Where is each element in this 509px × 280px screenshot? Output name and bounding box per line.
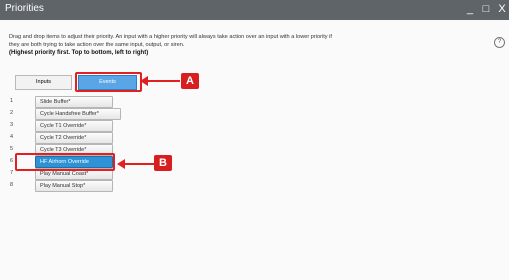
highlight-box-a: [75, 72, 142, 92]
instructions-text: Drag and drop items to adjust their prio…: [9, 34, 332, 48]
help-icon[interactable]: ?: [494, 37, 505, 48]
close-button[interactable]: X: [495, 2, 509, 17]
arrow-b-head: [117, 159, 125, 169]
minimize-button[interactable]: _: [463, 2, 477, 17]
priority-item-cycle-handsfree-buffer[interactable]: Cycle Handsfree Buffer*: [35, 108, 121, 120]
priority-item-play-manual-stop[interactable]: Play Manual Stop*: [35, 180, 113, 192]
row-number: 2: [10, 110, 14, 116]
arrow-b-line: [124, 163, 154, 165]
row-number: 3: [10, 122, 14, 128]
priority-order-note: (Highest priority first. Top to bottom, …: [9, 50, 149, 56]
arrow-a-line: [147, 80, 180, 82]
row-number: 1: [10, 98, 14, 104]
priority-item-cycle-t1-override[interactable]: Cycle T1 Override*: [35, 120, 113, 132]
maximize-button[interactable]: □: [479, 2, 493, 17]
window-title: Priorities: [5, 3, 44, 14]
callout-a: A: [181, 73, 199, 89]
row-number: 5: [10, 146, 14, 152]
arrow-a-head: [140, 76, 148, 86]
tab-inputs[interactable]: Inputs: [15, 75, 72, 90]
highlight-box-b: [15, 153, 115, 171]
priorities-window: Priorities _ □ X Drag and drop items to …: [0, 0, 509, 280]
priority-item-cycle-t2-override[interactable]: Cycle T2 Override*: [35, 132, 113, 144]
row-number: 8: [10, 182, 14, 188]
callout-b: B: [154, 155, 172, 171]
title-bar: Priorities _ □ X: [0, 0, 509, 20]
row-number: 4: [10, 134, 14, 140]
priority-item-slide-buffer[interactable]: Slide Buffer*: [35, 96, 113, 108]
